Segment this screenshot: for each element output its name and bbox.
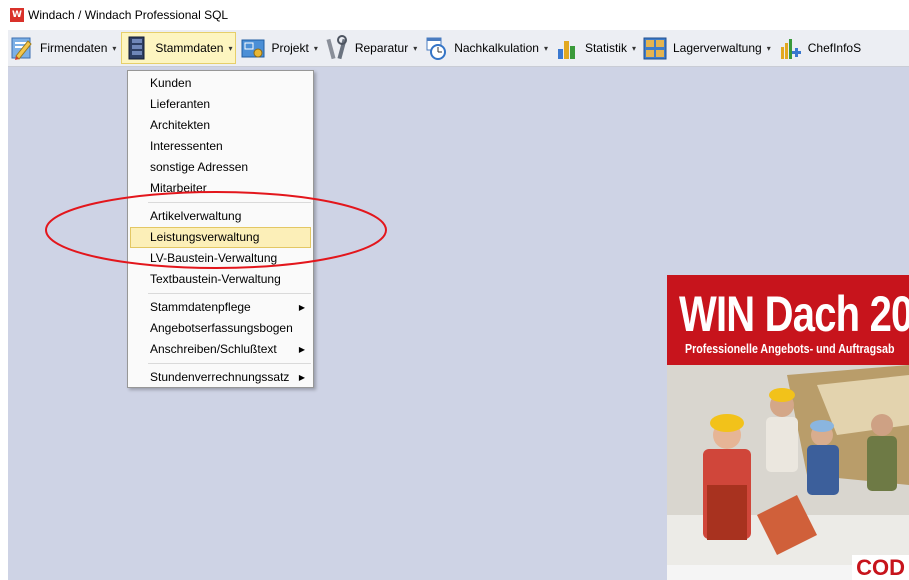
submenu-arrow-icon: ▶ xyxy=(298,345,305,354)
menu-item-kunden[interactable]: Kunden xyxy=(130,73,311,94)
menu-item-label: Interessenten xyxy=(150,139,223,153)
calendar-clock-icon xyxy=(424,35,448,61)
dropdown-arrow-icon[interactable]: ▾ xyxy=(314,44,318,53)
toolbar-reparatur-label: Reparatur xyxy=(354,41,409,55)
toolbar-projekt-label: Projekt xyxy=(271,41,309,55)
menu-item-interessenten[interactable]: Interessenten xyxy=(130,136,311,157)
menu-item-leistungsverwaltung[interactable]: Leistungsverwaltung xyxy=(130,227,311,248)
menu-item-mitarbeiter[interactable]: Mitarbeiter xyxy=(130,178,311,199)
banner-title: WIN Dach 20 xyxy=(679,286,909,342)
menu-item-label: Anschreiben/Schlußtext xyxy=(150,342,277,356)
toolbar-firmendaten[interactable]: Firmendaten ▾ xyxy=(8,32,118,64)
toolbar-firmendaten-label: Firmendaten xyxy=(40,41,108,55)
menu-item-stundenverrechnungssatz[interactable]: Stundenverrechnungssatz ▶ xyxy=(130,367,311,388)
toolbar-nachkalkulation-label: Nachkalkulation xyxy=(454,41,539,55)
toolbar-statistik[interactable]: Statistik ▾ xyxy=(553,32,638,64)
menu-item-label: Artikelverwaltung xyxy=(150,209,242,223)
dropdown-arrow-icon[interactable]: ▾ xyxy=(544,44,548,53)
toolbar-statistik-label: Statistik xyxy=(584,41,627,55)
toolbar-projekt[interactable]: Projekt ▾ xyxy=(239,32,319,64)
toolbar-chefinfos-label: ChefInfoS xyxy=(807,41,862,55)
blueprint-icon xyxy=(241,35,265,61)
toolbar-stammdaten-label: Stammdaten xyxy=(155,41,224,55)
shelf-icon xyxy=(643,35,667,61)
menu-item-label: Stundenverrechnungssatz xyxy=(150,370,290,384)
dropdown-arrow-icon[interactable]: ▾ xyxy=(228,44,232,53)
menu-separator xyxy=(148,363,311,364)
menu-item-architekten[interactable]: Architekten xyxy=(130,115,311,136)
window-title: Windach / Windach Professional SQL xyxy=(28,8,229,22)
app-logo-icon: W xyxy=(10,8,24,22)
banner-brand: COD xyxy=(852,555,909,580)
menu-separator xyxy=(148,202,311,203)
menu-item-label: Textbaustein-Verwaltung xyxy=(150,272,281,286)
main-toolbar: Firmendaten ▾ Stammdaten ▾ Projekt ▾ Rep… xyxy=(8,30,909,67)
toolbar-lagerverwaltung-label: Lagerverwaltung xyxy=(672,41,762,55)
banner-photo xyxy=(667,365,909,580)
menu-item-label: Angebotserfassungsbogen xyxy=(150,321,293,335)
submenu-arrow-icon: ▶ xyxy=(298,373,305,382)
menu-item-label: Stammdatenpflege xyxy=(150,300,251,314)
menu-item-label: Kunden xyxy=(150,76,192,90)
pencil-document-icon xyxy=(10,35,34,61)
menu-item-lieferanten[interactable]: Lieferanten xyxy=(130,94,311,115)
dropdown-arrow-icon[interactable]: ▾ xyxy=(767,44,771,53)
chart-plus-icon xyxy=(778,35,802,61)
toolbar-stammdaten[interactable]: Stammdaten ▾ xyxy=(121,32,237,64)
menu-item-label: Lieferanten xyxy=(150,97,211,111)
product-banner: WIN Dach 20 Professionelle Angebots- und… xyxy=(667,275,909,580)
menu-item-lv-baustein-verwaltung[interactable]: LV-Baustein-Verwaltung xyxy=(130,248,311,269)
banner-subtitle: Professionelle Angebots- und Auftragsab xyxy=(685,341,895,356)
menu-item-artikelverwaltung[interactable]: Artikelverwaltung xyxy=(130,206,311,227)
bar-chart-icon xyxy=(555,35,579,61)
dropdown-arrow-icon[interactable]: ▾ xyxy=(112,44,116,53)
menu-item-textbaustein-verwaltung[interactable]: Textbaustein-Verwaltung xyxy=(130,269,311,290)
binder-icon xyxy=(125,35,149,61)
menu-item-label: sonstige Adressen xyxy=(150,160,249,174)
menu-item-label: Architekten xyxy=(150,118,211,132)
menu-item-stammdatenpflege[interactable]: Stammdatenpflege ▶ xyxy=(130,297,311,318)
toolbar-chefinfos[interactable]: ChefInfoS xyxy=(776,32,863,64)
menu-item-sonstige-adressen[interactable]: sonstige Adressen xyxy=(130,157,311,178)
menu-item-anschreiben-schlusstext[interactable]: Anschreiben/Schlußtext ▶ xyxy=(130,339,311,360)
title-bar: W Windach / Windach Professional SQL xyxy=(0,0,909,30)
menu-separator xyxy=(148,293,311,294)
toolbar-lagerverwaltung[interactable]: Lagerverwaltung ▾ xyxy=(641,32,773,64)
stammdaten-menu: Kunden Lieferanten Architekten Interesse… xyxy=(127,70,314,388)
dropdown-arrow-icon[interactable]: ▾ xyxy=(632,44,636,53)
tools-icon xyxy=(325,35,349,61)
toolbar-reparatur[interactable]: Reparatur ▾ xyxy=(323,32,419,64)
menu-item-label: Leistungsverwaltung xyxy=(150,230,260,244)
menu-item-label: Mitarbeiter xyxy=(150,181,207,195)
dropdown-arrow-icon[interactable]: ▾ xyxy=(413,44,417,53)
menu-item-angebotserfassungsbogen[interactable]: Angebotserfassungsbogen xyxy=(130,318,311,339)
submenu-arrow-icon: ▶ xyxy=(298,303,305,312)
menu-item-label: LV-Baustein-Verwaltung xyxy=(150,251,278,265)
toolbar-nachkalkulation[interactable]: Nachkalkulation ▾ xyxy=(422,32,550,64)
